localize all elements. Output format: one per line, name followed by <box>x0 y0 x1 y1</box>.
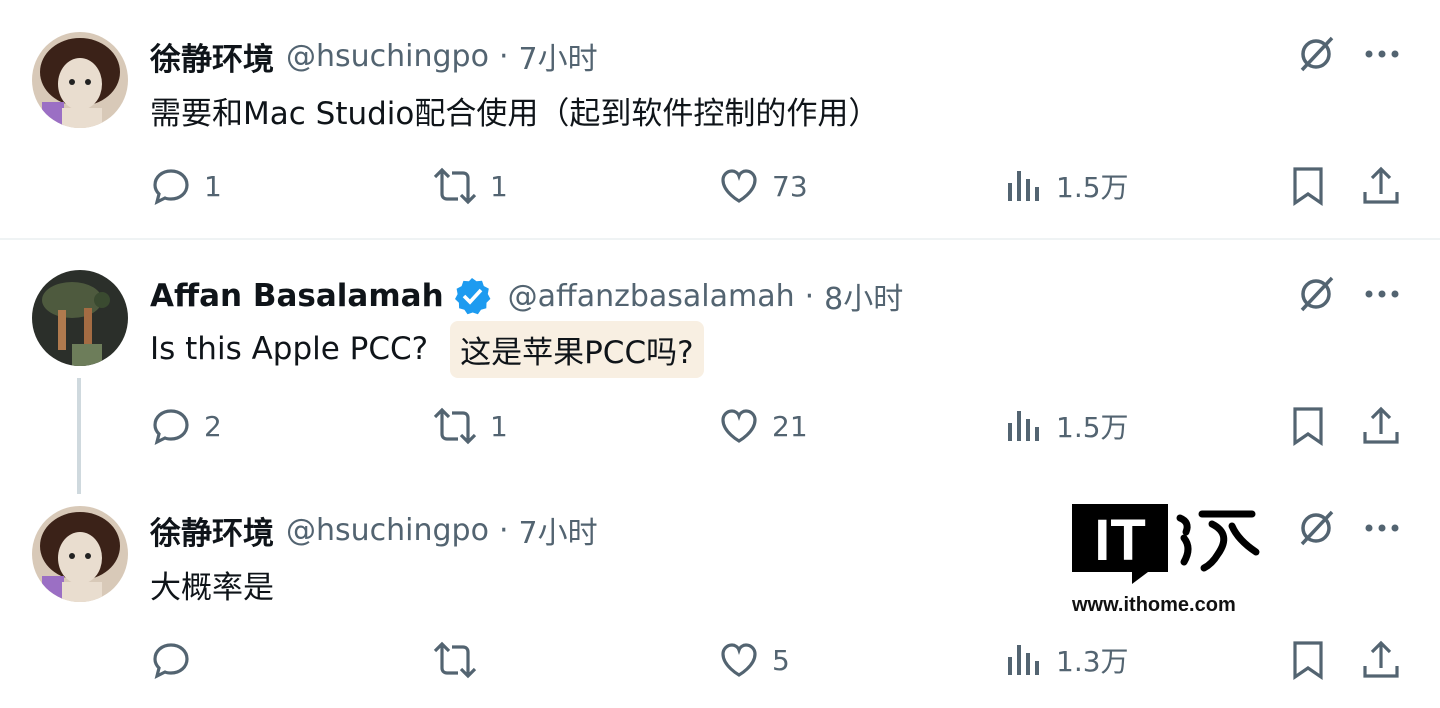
author-name[interactable]: Affan Basalamah <box>150 278 444 314</box>
tweet-actions: 2 1 21 1.5万 <box>0 402 1440 450</box>
share-icon <box>1363 406 1399 444</box>
bookmark-icon <box>1293 167 1323 207</box>
views-icon <box>1008 171 1039 201</box>
author-name[interactable]: 徐静环境 <box>150 34 274 79</box>
bookmark-button[interactable] <box>1287 162 1329 210</box>
reply-icon <box>153 643 189 679</box>
tweet-text-content: 需要和Mac Studio配合使用（起到软件控制的作用） <box>150 95 880 132</box>
tweet-actions: 1 1 73 1.5万 <box>0 162 1440 210</box>
avatar[interactable] <box>32 506 128 602</box>
views-count: 1.5万 <box>1056 171 1129 204</box>
timestamp[interactable]: 8小时 <box>824 274 903 318</box>
like-count: 73 <box>772 169 808 203</box>
svg-text:IT: IT <box>1094 508 1146 573</box>
bookmark-button[interactable] <box>1287 402 1329 450</box>
verified-badge-icon <box>452 276 492 316</box>
translation-text: 这是苹果PCC吗? <box>450 320 704 378</box>
retweet-button[interactable] <box>432 636 490 684</box>
views-button[interactable]: 1.5万 <box>1004 162 1129 210</box>
grok-icon[interactable] <box>1294 272 1338 316</box>
share-icon <box>1363 640 1399 678</box>
like-icon <box>721 409 757 443</box>
share-button[interactable] <box>1360 636 1402 684</box>
tweet-text: 大概率是 <box>150 562 274 606</box>
author-handle[interactable]: @hsuchingpo <box>286 513 489 548</box>
avatar[interactable] <box>32 32 128 128</box>
author-handle[interactable]: @affanzbasalamah <box>508 279 795 314</box>
ithome-logo: IT <box>1072 504 1260 584</box>
like-count: 5 <box>772 643 790 677</box>
views-icon <box>1008 645 1039 675</box>
tweet-text-content: Is this Apple PCC? <box>150 331 429 367</box>
share-button[interactable] <box>1360 402 1402 450</box>
retweet-count: 1 <box>490 169 508 203</box>
tweet-actions: 5 1.3万 <box>0 636 1440 684</box>
author-handle[interactable]: @hsuchingpo <box>286 39 489 74</box>
tweet-header: Affan Basalamah @affanzbasalamah · 8小时 <box>150 274 903 318</box>
separator: · <box>498 512 509 548</box>
share-button[interactable] <box>1360 162 1402 210</box>
author-name[interactable]: 徐静环境 <box>150 508 274 553</box>
views-count: 1.3万 <box>1056 645 1129 678</box>
like-button[interactable]: 21 <box>718 402 808 450</box>
tweet-text: 需要和Mac Studio配合使用（起到软件控制的作用） <box>150 88 879 132</box>
views-icon <box>1008 411 1039 441</box>
tweet-divider <box>0 238 1440 240</box>
retweet-button[interactable]: 1 <box>432 162 508 210</box>
bookmark-button[interactable] <box>1287 636 1329 684</box>
retweet-count: 1 <box>490 409 508 443</box>
more-icon[interactable] <box>1360 32 1404 76</box>
reply-button[interactable]: 1 <box>150 162 222 210</box>
tweet-text: Is this Apple PCC? 这是苹果PCC吗? <box>150 320 704 378</box>
views-count: 1.5万 <box>1056 411 1129 444</box>
timestamp[interactable]: 7小时 <box>519 508 598 552</box>
grok-icon[interactable] <box>1294 506 1338 550</box>
tweet-header: 徐静环境 @hsuchingpo · 7小时 <box>150 508 598 553</box>
more-icon[interactable] <box>1360 272 1404 316</box>
like-button[interactable]: 5 <box>718 636 790 684</box>
separator: · <box>804 278 815 314</box>
retweet-icon <box>433 167 477 205</box>
reply-count: 2 <box>204 409 222 443</box>
reply-button[interactable] <box>150 636 204 684</box>
like-count: 21 <box>772 409 808 443</box>
ithome-watermark: IT www.ithome.com <box>1072 504 1268 619</box>
retweet-button[interactable]: 1 <box>432 402 508 450</box>
timestamp[interactable]: 7小时 <box>519 34 598 78</box>
share-icon <box>1363 166 1399 204</box>
tweet-header: 徐静环境 @hsuchingpo · 7小时 <box>150 34 598 79</box>
like-icon <box>721 643 757 677</box>
views-button[interactable]: 1.5万 <box>1004 402 1129 450</box>
avatar[interactable] <box>32 270 128 366</box>
like-button[interactable]: 73 <box>718 162 808 210</box>
tweet-text-content: 大概率是 <box>150 569 274 606</box>
retweet-icon <box>433 641 477 679</box>
retweet-icon <box>433 407 477 445</box>
views-button[interactable]: 1.3万 <box>1004 636 1129 684</box>
like-icon <box>721 169 757 203</box>
reply-button[interactable]: 2 <box>150 402 222 450</box>
separator: · <box>498 38 509 74</box>
reply-count: 1 <box>204 169 222 203</box>
more-icon[interactable] <box>1360 506 1404 550</box>
reply-icon <box>153 169 189 205</box>
reply-icon <box>153 409 189 445</box>
watermark-url: www.ithome.com <box>1072 594 1236 616</box>
bookmark-icon <box>1293 641 1323 681</box>
grok-icon[interactable] <box>1294 32 1338 76</box>
bookmark-icon <box>1293 407 1323 447</box>
